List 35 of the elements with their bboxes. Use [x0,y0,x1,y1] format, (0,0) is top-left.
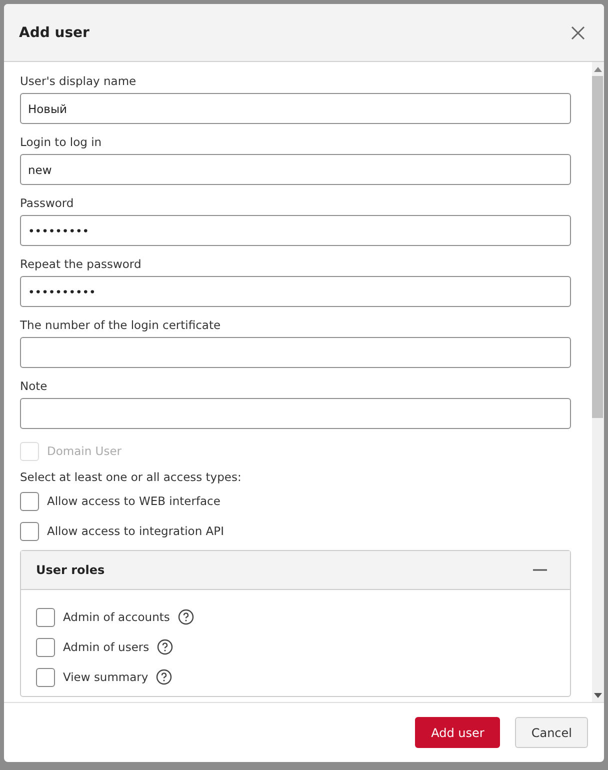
field-label: The number of the login certificate [20,318,222,332]
checkbox[interactable] [20,522,39,540]
checkbox-label: Admin of users [63,640,150,654]
dialog-title: Add user [19,24,90,40]
checkbox[interactable] [36,638,55,656]
field-label: User's display name [20,74,138,88]
checkbox-label: View summary [63,670,148,684]
access-hint: Select at least one or all access types: [20,470,242,484]
input-field[interactable]: new [20,154,571,185]
input-field[interactable] [20,337,571,368]
checkbox[interactable] [20,492,39,510]
checkbox[interactable] [36,608,55,626]
cancel-button[interactable]: Cancel [515,717,588,748]
scrollbar[interactable] [592,62,604,702]
checkbox-label: Allow access to WEB interface [47,494,220,508]
input-field[interactable]: ••••••••• [20,215,571,246]
input-field[interactable] [20,398,571,429]
scroll-up-icon[interactable] [594,66,602,72]
checkbox[interactable] [36,668,55,686]
help-icon[interactable] [156,669,172,685]
panel-title: User roles [36,563,105,577]
field-label: Password [20,196,75,210]
input-field[interactable]: Новый [20,93,571,124]
help-icon[interactable] [178,609,194,625]
field-label: Login to log in [20,135,103,149]
help-icon[interactable] [157,639,174,655]
add-user-button[interactable]: Add user [415,717,500,748]
scroll-down-icon[interactable] [594,692,602,698]
input-field[interactable]: •••••••••• [20,276,571,307]
field-label: Repeat the password [20,257,142,271]
close-button[interactable] [570,24,586,40]
checkbox-label: Admin of accounts [63,610,170,624]
field-label: Note [20,379,48,393]
checkbox-label: Domain User [47,444,122,458]
checkbox-label: Allow access to integration API [47,524,224,538]
